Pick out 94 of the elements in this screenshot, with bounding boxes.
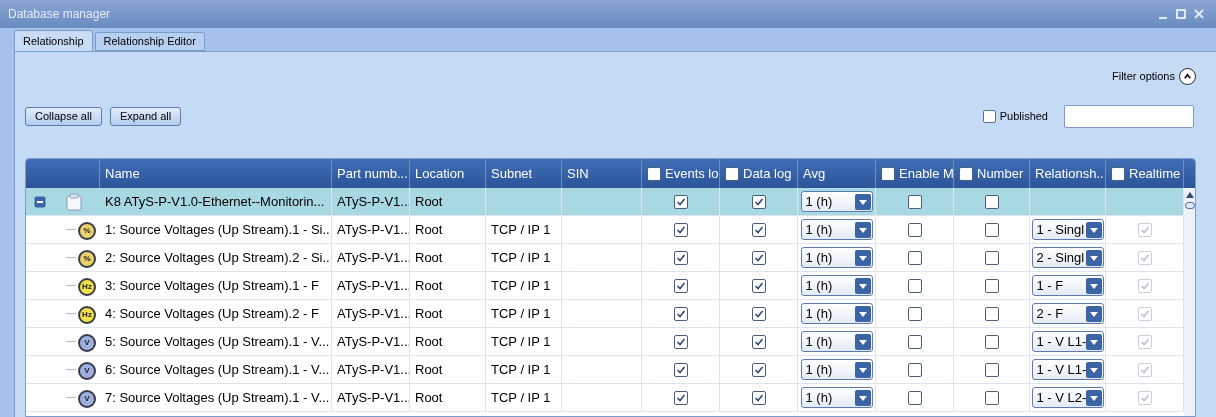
tab[interactable]: Relationship bbox=[14, 30, 93, 51]
dropdown-caret-icon bbox=[1085, 249, 1102, 266]
checkbox[interactable] bbox=[673, 334, 688, 349]
avg-dropdown[interactable]: 1 (h) bbox=[800, 387, 873, 408]
dropdown-caret-icon bbox=[854, 333, 871, 350]
scroll-thumb[interactable] bbox=[1184, 202, 1195, 209]
avg-dropdown[interactable]: 1 (h) bbox=[800, 331, 873, 352]
dropdown-caret-icon bbox=[1085, 221, 1102, 238]
checkbox[interactable] bbox=[673, 306, 688, 321]
checkbox[interactable] bbox=[984, 390, 999, 405]
dropdown-caret-icon bbox=[1085, 305, 1102, 322]
dropdown-caret-icon bbox=[1085, 277, 1102, 294]
checkbox[interactable] bbox=[984, 250, 999, 265]
avg-dropdown[interactable]: 1 (h) bbox=[800, 359, 873, 380]
relationship-dropdown[interactable]: 1 - V L1- bbox=[1031, 359, 1104, 380]
checkbox[interactable] bbox=[673, 278, 688, 293]
measure-icon: Hz bbox=[78, 306, 96, 324]
close-icon[interactable] bbox=[1194, 9, 1204, 19]
dropdown-caret-icon bbox=[854, 221, 871, 238]
checkbox[interactable] bbox=[907, 306, 922, 321]
avg-dropdown[interactable]: 1 (h) bbox=[800, 275, 873, 296]
checkbox[interactable] bbox=[984, 306, 999, 321]
checkbox[interactable] bbox=[751, 222, 766, 237]
search-field[interactable] bbox=[1064, 104, 1194, 128]
dropdown-caret-icon bbox=[854, 361, 871, 378]
device-icon bbox=[64, 191, 84, 212]
filter-toggle-button[interactable] bbox=[1179, 67, 1196, 85]
dropdown-caret-icon bbox=[1086, 361, 1103, 378]
window-title: Database manager bbox=[8, 6, 111, 23]
checkbox[interactable] bbox=[907, 334, 922, 349]
dropdown-caret-icon bbox=[854, 193, 871, 210]
checkbox[interactable] bbox=[673, 194, 688, 209]
checkbox[interactable] bbox=[907, 362, 922, 377]
relationship-dropdown[interactable]: 1 - Singl bbox=[1031, 219, 1104, 240]
relationship-dropdown[interactable]: 1 - V L2- bbox=[1031, 387, 1104, 408]
chevron-icon bbox=[1183, 71, 1192, 81]
checkbox[interactable] bbox=[984, 194, 999, 209]
checkbox[interactable] bbox=[673, 390, 688, 405]
relationship-dropdown[interactable]: 1 - F bbox=[1031, 275, 1104, 296]
published-label: Published bbox=[999, 108, 1048, 124]
dropdown-caret-icon bbox=[854, 249, 871, 266]
dropdown-caret-icon bbox=[1086, 333, 1103, 350]
avg-dropdown[interactable]: 1 (h) bbox=[800, 303, 873, 324]
checkbox[interactable] bbox=[907, 278, 922, 293]
measure-icon: Hz bbox=[78, 278, 96, 296]
checkbox[interactable] bbox=[751, 194, 766, 209]
table-cell: 7: Source Voltages (Up Stream).1 - V... bbox=[100, 384, 332, 412]
measure-icon: V bbox=[78, 390, 96, 408]
checkbox[interactable] bbox=[907, 222, 922, 237]
checkbox[interactable] bbox=[751, 278, 766, 293]
header-checkbox[interactable] bbox=[725, 166, 739, 181]
avg-dropdown[interactable]: 1 (h) bbox=[800, 191, 873, 212]
dropdown-caret-icon bbox=[1086, 389, 1103, 406]
checkbox[interactable] bbox=[673, 362, 688, 377]
checkbox[interactable] bbox=[984, 222, 999, 237]
tab[interactable]: Relationship Editor bbox=[94, 32, 205, 51]
measure-icon: V bbox=[78, 334, 96, 352]
checkbox[interactable] bbox=[984, 334, 999, 349]
checkbox[interactable] bbox=[907, 194, 922, 209]
toolbar-button[interactable]: Expand all bbox=[109, 106, 182, 126]
avg-dropdown[interactable]: 1 (h) bbox=[800, 219, 873, 240]
header-checkbox[interactable] bbox=[1111, 166, 1125, 181]
header-checkbox[interactable] bbox=[647, 166, 661, 181]
header-checkbox[interactable] bbox=[959, 166, 973, 181]
measure-icon: V bbox=[78, 362, 96, 380]
checkbox[interactable] bbox=[751, 390, 766, 405]
checkbox[interactable] bbox=[751, 306, 766, 321]
filter-options-label: Filter options bbox=[1112, 68, 1175, 84]
checkbox[interactable] bbox=[751, 362, 766, 377]
checkbox[interactable] bbox=[907, 250, 922, 265]
relationship-dropdown[interactable]: 2 - Singl bbox=[1031, 247, 1104, 268]
dropdown-caret-icon bbox=[854, 305, 871, 322]
checkbox[interactable] bbox=[907, 390, 922, 405]
toolbar-button[interactable]: Collapse all bbox=[25, 106, 102, 126]
dropdown-caret-icon bbox=[854, 277, 871, 294]
measure-icon: % bbox=[78, 222, 96, 240]
published-checkbox[interactable] bbox=[982, 109, 996, 123]
dropdown-caret-icon bbox=[854, 389, 871, 406]
checkbox[interactable] bbox=[673, 250, 688, 265]
table-cell: TCP / IP 1 bbox=[486, 384, 562, 412]
scrollbar[interactable] bbox=[1184, 188, 1195, 416]
avg-dropdown[interactable]: 1 (h) bbox=[800, 247, 873, 268]
checkbox[interactable] bbox=[984, 278, 999, 293]
tree-toggle-icon[interactable] bbox=[34, 195, 46, 208]
relationship-dropdown[interactable]: 1 - V L1- bbox=[1031, 331, 1104, 352]
checkbox[interactable] bbox=[751, 334, 766, 349]
table-cell: Root bbox=[410, 384, 486, 412]
checkbox[interactable] bbox=[984, 362, 999, 377]
checkbox[interactable] bbox=[751, 250, 766, 265]
scroll-up-icon[interactable] bbox=[1185, 192, 1194, 198]
relationship-dropdown[interactable]: 2 - F bbox=[1031, 303, 1104, 324]
checkbox[interactable] bbox=[673, 222, 688, 237]
header-checkbox[interactable] bbox=[881, 166, 895, 181]
measure-icon: % bbox=[78, 250, 96, 268]
